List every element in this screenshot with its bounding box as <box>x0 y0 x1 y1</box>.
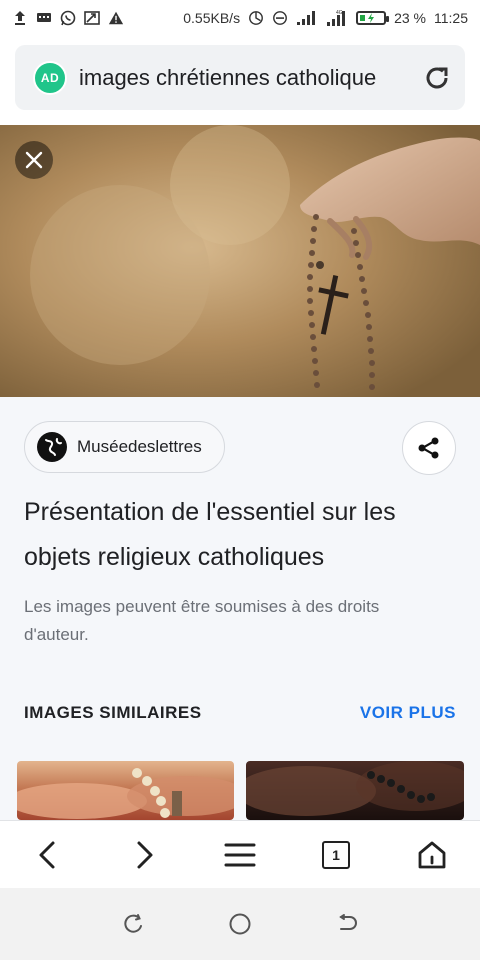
do-not-disturb-icon <box>272 10 288 26</box>
similar-image-thumbnail[interactable] <box>17 761 234 820</box>
svg-text:4G: 4G <box>336 10 343 16</box>
reload-button[interactable] <box>419 60 455 96</box>
home-circle-icon <box>229 913 251 935</box>
see-more-link[interactable]: VOIR PLUS <box>360 703 456 723</box>
selected-image[interactable] <box>0 125 480 397</box>
back-system-icon <box>338 914 357 930</box>
network-speed: 0.55KB/s <box>183 10 241 26</box>
source-chip[interactable]: Muséedeslettres <box>24 421 225 473</box>
menu-icon <box>224 843 256 866</box>
screen-cast-icon <box>84 10 100 26</box>
upload-icon <box>12 10 28 26</box>
similar-images-header: IMAGES SIMILAIRES VOIR PLUS <box>24 703 456 723</box>
back-icon <box>39 841 55 868</box>
forward-button[interactable] <box>120 831 168 879</box>
home-icon <box>418 841 446 868</box>
image-title[interactable]: Présentation de l'essentiel sur les obje… <box>24 490 454 580</box>
recent-apps-icon <box>124 914 143 933</box>
image-detail-sheet: Muséedeslettres Présentation de l'essent… <box>0 397 480 820</box>
address-bar[interactable]: AD images chrétiennes catholique <box>15 45 465 110</box>
whatsapp-icon <box>60 10 76 26</box>
copyright-notice: Les images peuvent être soumises à des d… <box>24 597 380 644</box>
recent-apps-button[interactable] <box>109 900 157 948</box>
ad-block-badge-icon[interactable]: AD <box>33 60 67 95</box>
search-query-text[interactable]: images chrétiennes catholique <box>79 65 411 91</box>
share-button[interactable] <box>402 421 456 475</box>
status-left <box>12 10 124 26</box>
rosary-thumbnail-image <box>17 768 234 819</box>
menu-button[interactable] <box>216 831 264 879</box>
tabs-button[interactable]: 1 <box>312 831 360 879</box>
reload-icon <box>426 67 448 88</box>
similar-images-title: IMAGES SIMILAIRES <box>24 703 202 722</box>
rosary-dark-thumbnail-image <box>246 761 464 816</box>
back-button[interactable] <box>24 831 72 879</box>
system-home-button[interactable] <box>216 900 264 948</box>
similar-image-thumbnail[interactable] <box>246 761 464 820</box>
battery-icon <box>356 11 390 25</box>
battery-level <box>360 15 366 21</box>
globe-icon <box>37 432 67 462</box>
signal-4g-icon: 4G <box>326 10 348 26</box>
close-button[interactable] <box>15 141 53 179</box>
system-back-button[interactable] <box>323 900 371 948</box>
battery-percent: 23 % <box>394 10 426 26</box>
forward-icon <box>137 841 153 868</box>
status-right: 0.55KB/s 4G 23 % 11:25 <box>183 10 468 26</box>
close-icon <box>25 151 43 169</box>
warning-icon <box>108 10 124 26</box>
tabs-icon: 1 <box>322 840 350 869</box>
browser-bottom-bar: 1 <box>0 820 480 888</box>
home-button[interactable] <box>408 831 456 879</box>
message-icon <box>36 10 52 26</box>
data-saver-icon <box>248 10 264 26</box>
clock: 11:25 <box>434 10 468 26</box>
source-name: Muséedeslettres <box>77 437 202 456</box>
rosary-hand-image <box>0 125 480 397</box>
ad-badge-text: AD <box>40 70 60 85</box>
share-icon <box>418 437 439 459</box>
status-bar: 0.55KB/s 4G 23 % 11:25 <box>0 0 480 36</box>
signal-icon <box>296 10 318 26</box>
system-navigation-bar <box>0 888 480 960</box>
